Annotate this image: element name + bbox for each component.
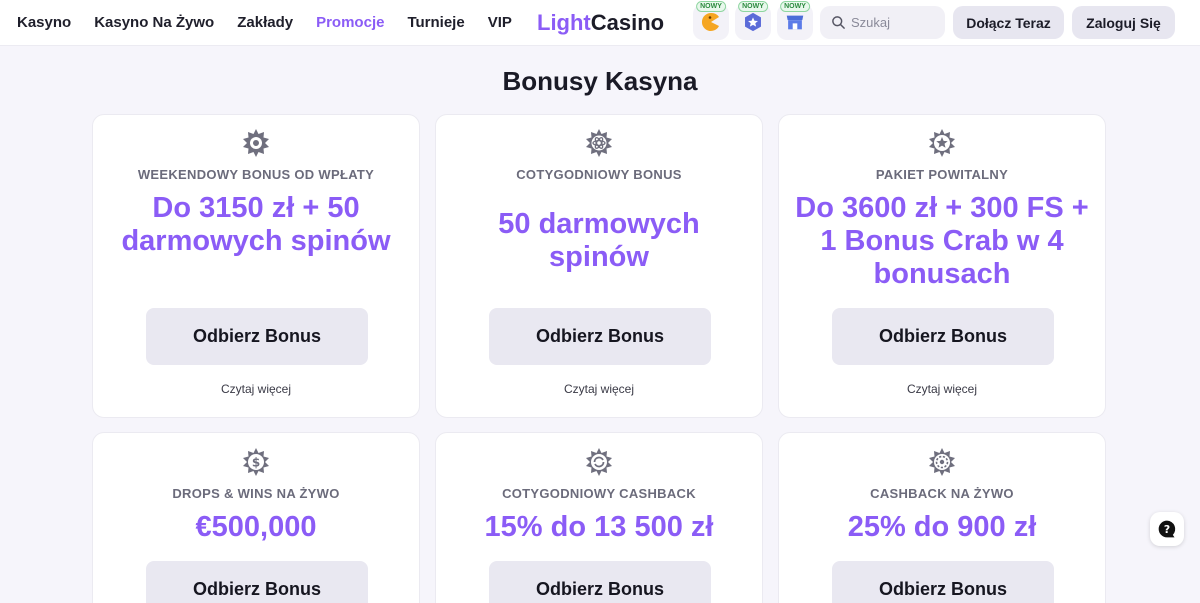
site-logo[interactable]: LightCasino — [537, 10, 664, 36]
search-icon — [832, 16, 845, 29]
refresh-coin-icon — [586, 448, 612, 476]
new-rewards-button[interactable]: NOWY — [735, 1, 771, 40]
claim-bonus-button[interactable]: Odbierz Bonus — [489, 308, 711, 365]
top-header: Kasyno Kasyno Na Żywo Zakłady Promocje T… — [0, 0, 1200, 46]
new-shop-button[interactable]: NOWY — [777, 1, 813, 40]
page-title: Bonusy Kasyna — [502, 66, 698, 96]
card-title: DROPS & WINS NA ŻYWO — [172, 486, 340, 501]
card-value: Do 3600 zł + 300 FS + 1 Bonus Crab w 4 b… — [795, 192, 1089, 290]
bonus-card: PAKIET POWITALNY Do 3600 zł + 300 FS + 1… — [778, 114, 1106, 418]
new-badge: NOWY — [780, 1, 810, 12]
nav-item-vip[interactable]: VIP — [488, 14, 512, 31]
new-game-button[interactable]: NOWY — [693, 1, 729, 40]
svg-text:?: ? — [1164, 523, 1170, 536]
help-button[interactable]: ? — [1150, 512, 1184, 546]
bonus-card: WEEKENDOWY BONUS OD WPŁATY Do 3150 zł + … — [92, 114, 420, 418]
bonus-card: CASHBACK NA ŻYWO 25% do 900 zł Odbierz B… — [778, 432, 1106, 603]
nav-item-zaklady[interactable]: Zakłady — [237, 14, 293, 31]
bonus-card: $ DROPS & WINS NA ŻYWO €500,000 Odbierz … — [92, 432, 420, 603]
logo-casino: Casino — [590, 10, 665, 35]
burst-badge-icon — [243, 129, 269, 157]
bonus-card: COTYGODNIOWY CASHBACK 15% do 13 500 zł O… — [435, 432, 763, 603]
new-badge: NOWY — [696, 1, 726, 12]
nav-item-kasyno-na-zywo[interactable]: Kasyno Na Żywo — [94, 14, 214, 31]
logo-light: Light — [537, 10, 591, 35]
search-box[interactable] — [820, 6, 945, 39]
claim-bonus-button[interactable]: Odbierz Bonus — [832, 561, 1054, 603]
new-badge: NOWY — [738, 1, 768, 12]
help-chat-icon: ? — [1158, 520, 1176, 538]
card-value: 25% do 900 zł — [847, 511, 1037, 543]
read-more-link[interactable]: Czytaj więcej — [779, 382, 1105, 396]
card-title: CASHBACK NA ŻYWO — [870, 486, 1014, 501]
dollar-coin-icon: $ — [243, 448, 269, 476]
shop-icon — [786, 15, 804, 30]
svg-text:$: $ — [252, 456, 260, 470]
casino-chip-icon — [929, 448, 955, 476]
read-more-link[interactable]: Czytaj więcej — [436, 382, 762, 396]
login-button[interactable]: Zaloguj Się — [1072, 6, 1175, 39]
search-input[interactable] — [851, 15, 941, 30]
card-title: PAKIET POWITALNY — [875, 167, 1009, 182]
card-value: Do 3150 zł + 50 darmowych spinów — [121, 192, 391, 257]
card-title: COTYGODNIOWY BONUS — [516, 167, 682, 182]
nav-item-promocje[interactable]: Promocje — [316, 14, 384, 31]
claim-bonus-button[interactable]: Odbierz Bonus — [146, 561, 368, 603]
atom-badge-icon — [586, 129, 612, 157]
main-nav: Kasyno Kasyno Na Żywo Zakłady Promocje T… — [17, 14, 535, 31]
card-value: €500,000 — [195, 511, 317, 543]
card-title: WEEKENDOWY BONUS OD WPŁATY — [137, 167, 375, 182]
bonus-card: COTYGODNIOWY BONUS 50 darmowych spinów O… — [435, 114, 763, 418]
new-features: NOWY NOWY NOWY — [693, 1, 819, 40]
star-badge-icon — [745, 12, 761, 32]
claim-bonus-button[interactable]: Odbierz Bonus — [832, 308, 1054, 365]
pacman-game-icon — [701, 12, 719, 31]
join-now-button[interactable]: Dołącz Teraz — [953, 6, 1064, 39]
card-value: 15% do 13 500 zł — [484, 511, 714, 543]
star-badge-icon — [929, 129, 955, 157]
card-value: 50 darmowych spinów — [498, 208, 700, 273]
nav-item-turnieje[interactable]: Turnieje — [407, 14, 464, 31]
nav-item-kasyno[interactable]: Kasyno — [17, 14, 71, 31]
card-title: COTYGODNIOWY CASHBACK — [502, 486, 696, 501]
claim-bonus-button[interactable]: Odbierz Bonus — [146, 308, 368, 365]
read-more-link[interactable]: Czytaj więcej — [93, 382, 419, 396]
claim-bonus-button[interactable]: Odbierz Bonus — [489, 561, 711, 603]
